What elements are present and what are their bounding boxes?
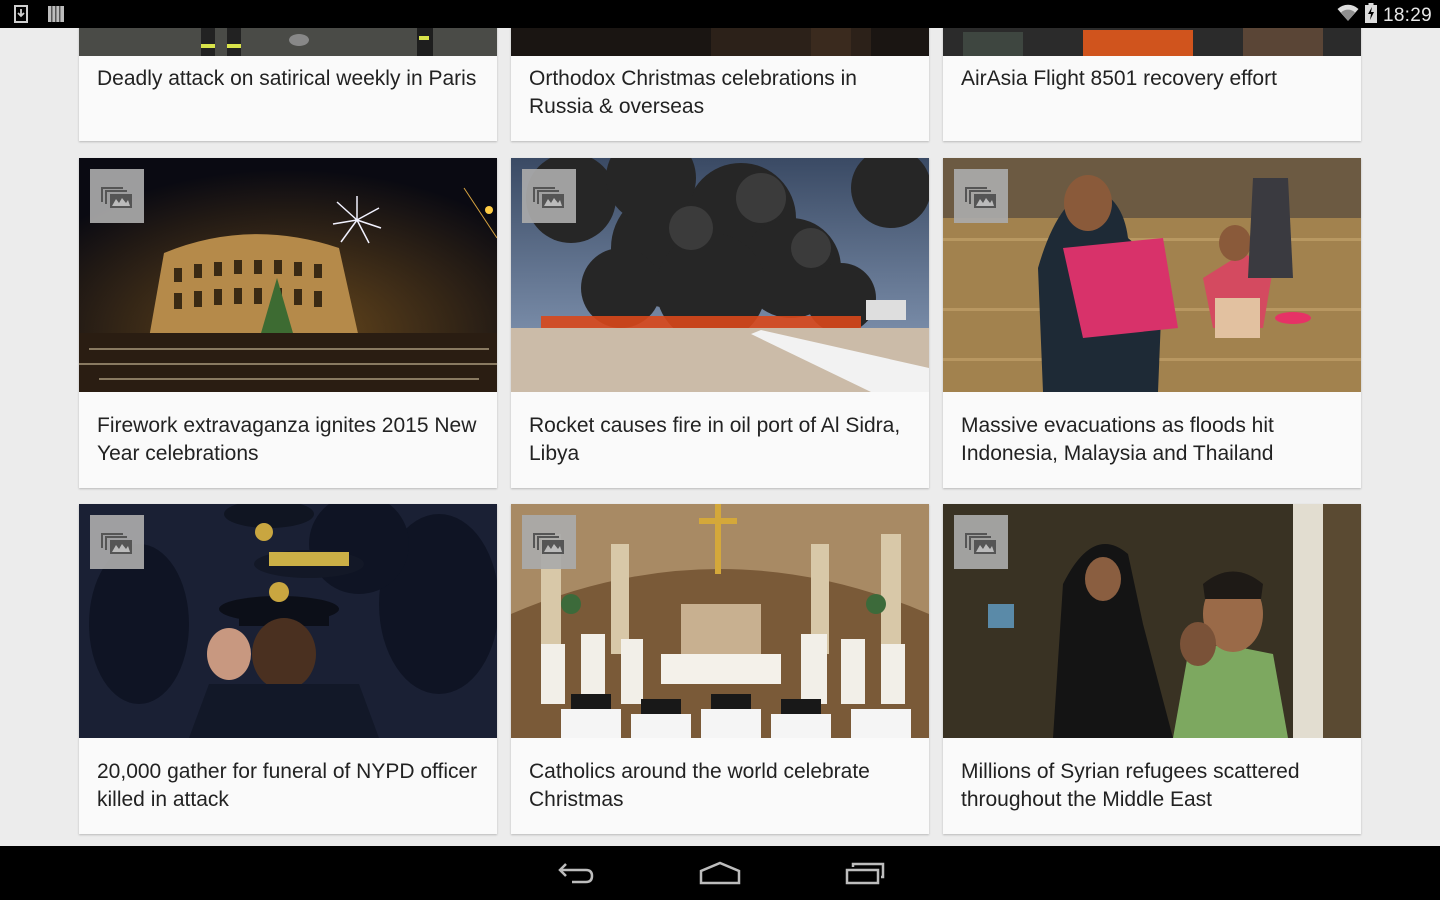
home-icon: [699, 861, 741, 885]
gallery-badge: [90, 169, 144, 223]
back-icon: [558, 863, 594, 884]
gallery-badge: [90, 515, 144, 569]
story-card[interactable]: Catholics around the world celebrate Chr…: [511, 504, 929, 834]
gallery-badge: [522, 515, 576, 569]
news-feed[interactable]: Deadly attack on satirical weekly in Par…: [0, 28, 1440, 846]
clock: 18:29: [1382, 4, 1432, 26]
story-image: [511, 158, 929, 392]
story-image: [511, 28, 929, 56]
gallery-badge: [954, 515, 1008, 569]
story-title[interactable]: Massive evacuations as floods hit Indone…: [961, 412, 1343, 468]
story-card[interactable]: Deadly attack on satirical weekly in Par…: [79, 28, 497, 141]
story-title[interactable]: Firework extravaganza ignites 2015 New Y…: [97, 412, 479, 468]
story-title[interactable]: AirAsia Flight 8501 recovery effort: [961, 65, 1343, 93]
story-image: [511, 504, 929, 738]
wifi-icon: [1337, 4, 1359, 27]
story-image: [943, 158, 1361, 392]
story-card[interactable]: Massive evacuations as floods hit Indone…: [943, 158, 1361, 488]
battery-charging-icon: [1364, 3, 1377, 28]
recent-apps-button[interactable]: [835, 858, 895, 888]
back-button[interactable]: [546, 858, 606, 888]
gallery-icon: [101, 533, 132, 554]
story-title[interactable]: 20,000 gather for funeral of NYPD office…: [97, 758, 479, 814]
story-card[interactable]: Firework extravaganza ignites 2015 New Y…: [79, 158, 497, 488]
gallery-icon: [533, 533, 564, 554]
home-button[interactable]: [690, 858, 750, 888]
story-card[interactable]: AirAsia Flight 8501 recovery effort: [943, 28, 1361, 141]
story-card[interactable]: Millions of Syrian refugees scattered th…: [943, 504, 1361, 834]
gallery-badge: [954, 169, 1008, 223]
story-title[interactable]: Rocket causes fire in oil port of Al Sid…: [529, 412, 911, 468]
gallery-icon: [965, 187, 996, 208]
story-image: [79, 28, 497, 56]
story-title[interactable]: Catholics around the world celebrate Chr…: [529, 758, 911, 814]
status-bar: 18:29: [0, 0, 1440, 28]
story-image: [79, 158, 497, 392]
gallery-icon: [533, 187, 564, 208]
barcode-notification-icon[interactable]: [48, 5, 64, 28]
gallery-badge: [522, 169, 576, 223]
story-image: [79, 504, 497, 738]
story-card[interactable]: Orthodox Christmas celebrations in Russi…: [511, 28, 929, 141]
recent-apps-icon: [845, 862, 885, 885]
story-card[interactable]: 20,000 gather for funeral of NYPD office…: [79, 504, 497, 834]
story-title[interactable]: Millions of Syrian refugees scattered th…: [961, 758, 1343, 814]
download-notification-icon[interactable]: [14, 5, 28, 28]
story-title[interactable]: Orthodox Christmas celebrations in Russi…: [529, 65, 911, 121]
story-image: [943, 504, 1361, 738]
story-card[interactable]: Rocket causes fire in oil port of Al Sid…: [511, 158, 929, 488]
navigation-bar: [0, 846, 1440, 900]
story-image: [943, 28, 1361, 56]
gallery-icon: [101, 187, 132, 208]
gallery-icon: [965, 533, 996, 554]
story-title[interactable]: Deadly attack on satirical weekly in Par…: [97, 65, 479, 93]
